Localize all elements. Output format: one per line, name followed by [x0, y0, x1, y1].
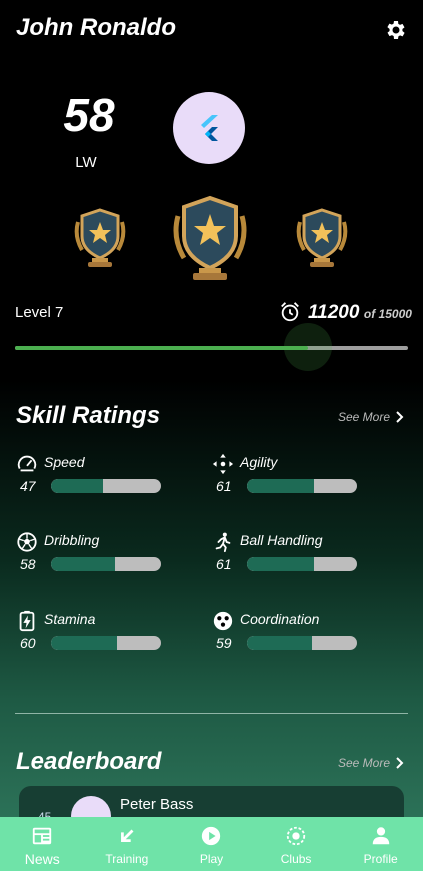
skill-bar: [51, 557, 161, 571]
bottom-nav: News Training Play Clubs Profile: [0, 817, 423, 871]
trophy-badge-icon: [296, 208, 348, 267]
xp-total: of 15000: [363, 307, 412, 321]
alarm-icon: [281, 302, 299, 322]
leaderboard-see-more-link[interactable]: See More: [338, 756, 404, 770]
skill-item-speed: Speed 47: [16, 453, 216, 503]
leaderboard-title: Leaderboard: [16, 748, 162, 775]
battery-bolt-icon: [19, 610, 35, 632]
level-progress-fill: [15, 346, 309, 350]
play-icon: [202, 826, 221, 846]
skill-bar-fill: [51, 557, 115, 571]
nav-item-training[interactable]: Training: [85, 817, 170, 871]
skill-value: 60: [20, 635, 36, 651]
chevron-right-icon: [396, 757, 404, 769]
skill-name: Ball Handling: [240, 532, 323, 548]
skill-value: 59: [216, 635, 232, 651]
nav-label: Clubs: [280, 852, 312, 866]
xp-readout: 11200 of 15000: [308, 302, 412, 324]
skill-bar: [247, 636, 357, 650]
see-more-label: See More: [338, 756, 391, 770]
skill-item-ball-handling: Ball Handling 61: [212, 531, 412, 581]
avatar[interactable]: [173, 92, 245, 164]
skill-ratings-title: Skill Ratings: [16, 402, 161, 429]
nav-label: Profile: [363, 852, 398, 866]
skill-value: 47: [20, 478, 36, 494]
nav-item-clubs[interactable]: Clubs: [254, 817, 339, 871]
player-rating: 58: [63, 89, 115, 141]
skill-value: 61: [216, 478, 232, 494]
skill-bar-fill: [51, 479, 103, 493]
level-progress-track: [15, 346, 408, 350]
skills-see-more-link[interactable]: See More: [338, 410, 404, 424]
profile-icon: [372, 827, 389, 845]
skill-item-coordination: Coordination 59: [212, 610, 412, 660]
soccer-ball-icon: [17, 532, 37, 552]
skill-name: Dribbling: [44, 532, 100, 548]
nav-label: Play: [199, 852, 224, 866]
skill-bar-fill: [247, 479, 315, 493]
clubs-icon: [286, 826, 306, 846]
speedometer-icon: [17, 455, 37, 472]
skill-item-agility: Agility 61: [212, 453, 412, 503]
trophy-badge-icon: [74, 208, 126, 267]
skill-name: Agility: [240, 454, 278, 470]
skill-bar-fill: [247, 636, 312, 650]
see-more-label: See More: [338, 410, 391, 424]
leaderboard-name: Peter Bass: [120, 796, 194, 813]
chevron-right-icon: [396, 411, 404, 423]
level-progress-knob[interactable]: [284, 323, 333, 371]
section-divider: [15, 713, 408, 714]
nav-item-play[interactable]: Play: [169, 817, 254, 871]
skill-bar-fill: [51, 636, 117, 650]
gear-icon[interactable]: [384, 18, 408, 42]
dots-circle-icon: [213, 611, 233, 631]
skill-value: 58: [20, 556, 36, 572]
nav-label: News: [24, 851, 60, 867]
nav-label: Training: [105, 852, 149, 866]
xp-current: 11200: [308, 302, 360, 323]
skill-bar: [247, 479, 357, 493]
nav-item-news[interactable]: News: [0, 817, 85, 871]
move-arrows-icon: [212, 453, 234, 475]
flutter-logo-icon: [201, 115, 218, 141]
skill-item-dribbling: Dribbling 58: [16, 531, 216, 581]
runner-icon: [215, 532, 231, 553]
skill-bar: [51, 636, 161, 650]
skill-name: Speed: [44, 454, 85, 470]
skill-item-stamina: Stamina 60: [16, 610, 216, 660]
skill-bar-fill: [247, 557, 315, 571]
trophy-badge-icon: [173, 195, 247, 280]
skill-name: Coordination: [240, 611, 320, 627]
player-position: LW: [75, 154, 97, 171]
player-name: John Ronaldo: [16, 14, 176, 41]
arrow-icon: [120, 829, 134, 842]
news-icon: [33, 827, 52, 845]
nav-item-profile[interactable]: Profile: [338, 817, 423, 871]
level-label: Level 7: [15, 304, 64, 321]
skill-bar: [51, 479, 161, 493]
skill-name: Stamina: [44, 611, 96, 627]
skill-value: 61: [216, 556, 232, 572]
skill-bar: [247, 557, 357, 571]
